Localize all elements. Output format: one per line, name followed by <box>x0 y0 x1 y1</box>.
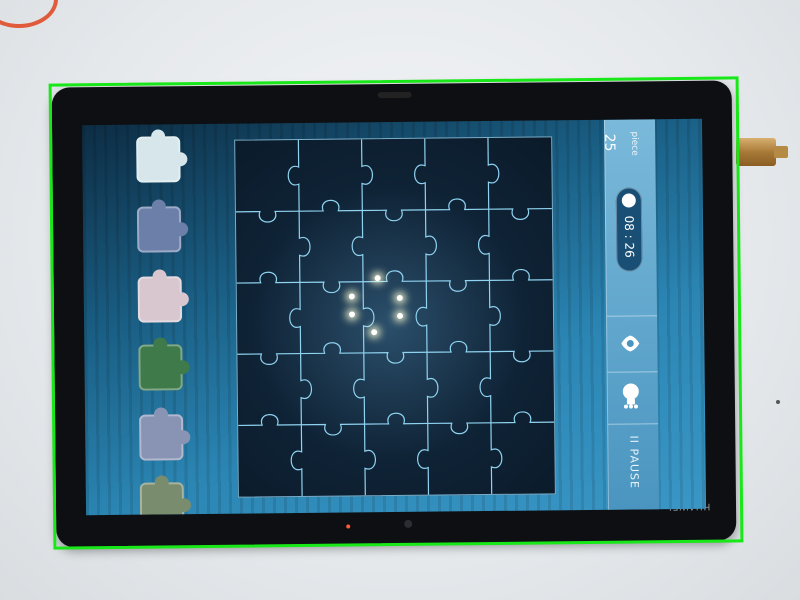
snap-highlight <box>374 275 381 282</box>
clock-icon <box>621 193 636 208</box>
game-side-panel: 25 piece 08 : 26 II PAUSE <box>601 119 660 510</box>
tray-piece-6[interactable] <box>139 482 185 516</box>
piece-label: piece <box>629 131 640 156</box>
status-led <box>346 524 351 529</box>
puzzle-grid <box>235 138 555 496</box>
tablet-device: HUAWEI 25 piece <box>51 80 737 548</box>
pause-label: II PAUSE <box>627 435 641 489</box>
timer-pill: 08 : 26 <box>615 187 643 272</box>
tray-piece-1[interactable] <box>136 136 181 183</box>
snap-highlight <box>396 312 404 319</box>
sensor-dot <box>404 519 413 528</box>
piece-count: 25 <box>601 133 618 152</box>
pause-button[interactable]: II PAUSE <box>608 425 659 510</box>
tray-piece-5[interactable] <box>139 414 184 461</box>
divider <box>607 371 658 373</box>
preview-button[interactable] <box>619 333 641 353</box>
snap-highlight <box>371 329 378 336</box>
power-cable <box>0 0 58 28</box>
puzzle-board[interactable] <box>234 136 556 498</box>
front-camera <box>377 91 412 99</box>
lightbulb-icon <box>622 383 639 409</box>
snap-highlight <box>348 311 356 318</box>
tray-piece-3[interactable] <box>137 276 183 323</box>
usb-connector <box>736 138 788 166</box>
surface-speck <box>776 400 780 404</box>
eye-icon <box>621 335 640 352</box>
piece-tray[interactable] <box>130 130 194 516</box>
timer-text: 08 : 26 <box>621 215 637 258</box>
snap-highlight <box>348 293 355 300</box>
tray-piece-4[interactable] <box>138 344 183 391</box>
tray-piece-2[interactable] <box>136 206 182 253</box>
divider <box>607 315 658 317</box>
hint-button[interactable] <box>620 381 642 409</box>
snap-highlight <box>396 294 403 301</box>
game-screen: 25 piece 08 : 26 II PAUSE <box>82 118 707 516</box>
piece-counter: 25 piece <box>601 119 655 155</box>
